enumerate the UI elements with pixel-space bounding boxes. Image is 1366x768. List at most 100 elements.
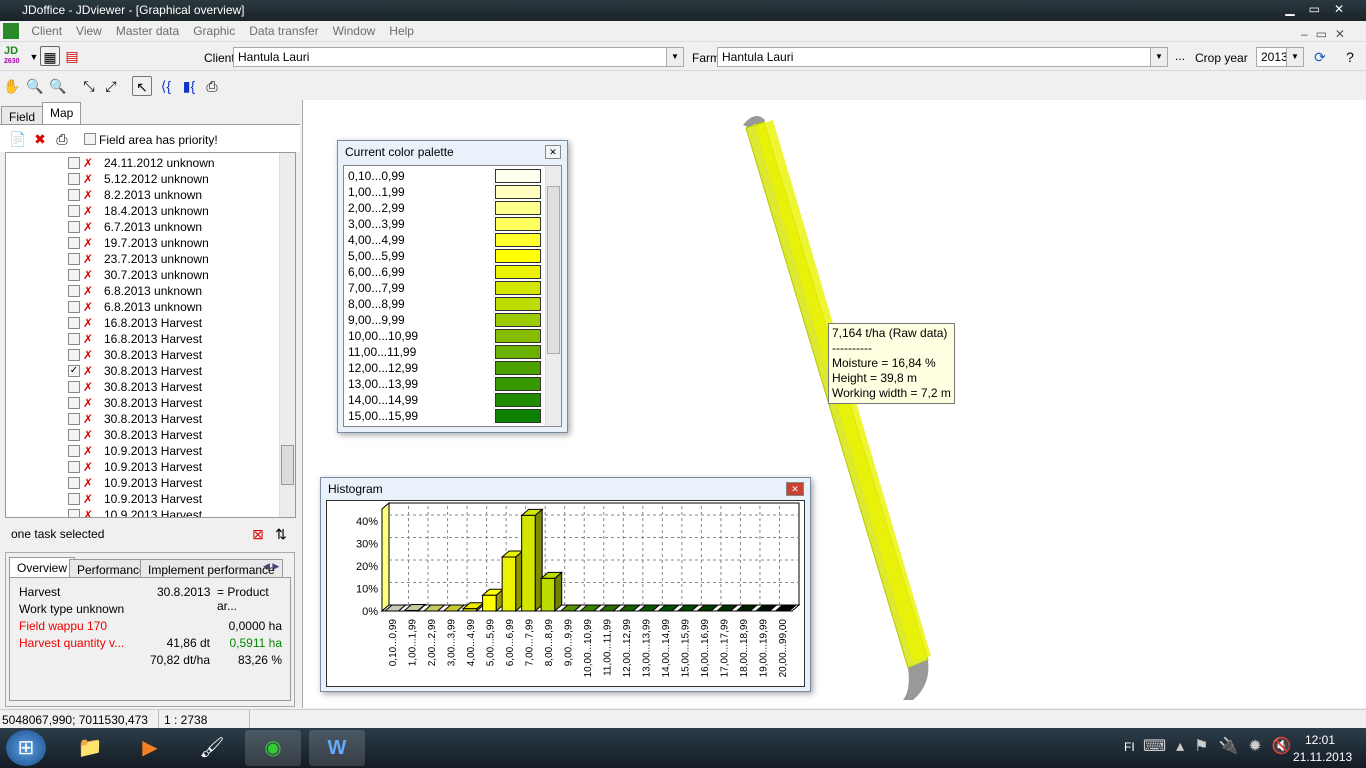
- zoom-extent-out-icon[interactable]: ⤢: [101, 76, 121, 96]
- tree-item[interactable]: ✗ 6.8.2013 unknown: [6, 283, 295, 299]
- tree-item[interactable]: ✗ 16.8.2013 Harvest: [6, 331, 295, 347]
- task-checkbox[interactable]: [68, 189, 80, 201]
- clock-date[interactable]: 21.11.2013: [1293, 750, 1352, 764]
- chevron-down-icon[interactable]: ▼: [1286, 48, 1303, 66]
- select-pointer-icon[interactable]: ↖: [132, 76, 152, 96]
- taskbar-paint[interactable]: 🖌: [184, 730, 240, 766]
- scroll-thumb[interactable]: [281, 445, 294, 485]
- task-checkbox[interactable]: [68, 477, 80, 489]
- delete-selection-icon[interactable]: ⊠: [248, 524, 268, 544]
- menu-help[interactable]: Help: [382, 21, 421, 41]
- task-checkbox[interactable]: [68, 381, 80, 393]
- task-checkbox[interactable]: [68, 461, 80, 473]
- print-icon[interactable]: ⎙: [52, 129, 72, 149]
- task-checkbox[interactable]: [68, 157, 80, 169]
- task-checkbox[interactable]: [68, 253, 80, 265]
- clock-time[interactable]: 12:01: [1305, 733, 1335, 747]
- taskbar-explorer[interactable]: 📁: [62, 730, 118, 766]
- zoom-extent-in-icon[interactable]: ⤡: [79, 76, 99, 96]
- tree-item[interactable]: ✗ 30.8.2013 Harvest: [6, 379, 295, 395]
- menu-window[interactable]: Window: [326, 21, 383, 41]
- language-indicator[interactable]: FI: [1124, 740, 1135, 754]
- task-checkbox[interactable]: [68, 429, 80, 441]
- tree-item[interactable]: ✗ 30.8.2013 Harvest: [6, 347, 295, 363]
- tree-item[interactable]: ✗ 10.9.2013 Harvest: [6, 475, 295, 491]
- task-checkbox[interactable]: [68, 509, 80, 517]
- scroll-thumb[interactable]: [547, 186, 560, 354]
- menu-master-data[interactable]: Master data: [109, 21, 186, 41]
- tab-implement-performance[interactable]: Implement performance: [140, 559, 283, 577]
- tree-item[interactable]: ✗ 23.7.2013 unknown: [6, 251, 295, 267]
- print-icon[interactable]: ⎙: [202, 76, 222, 96]
- report-icon[interactable]: ▤: [62, 46, 82, 66]
- task-checkbox[interactable]: [68, 221, 80, 233]
- close-icon[interactable]: ✕: [545, 145, 561, 159]
- jd-logo[interactable]: JD 2630: [4, 46, 20, 66]
- task-checkbox[interactable]: [68, 349, 80, 361]
- tree-item[interactable]: ✗ 24.11.2012 unknown: [6, 155, 295, 171]
- pan-hand-icon[interactable]: ✋: [2, 76, 22, 96]
- menu-graphic[interactable]: Graphic: [186, 21, 242, 41]
- farm-browse-button[interactable]: ...: [1175, 49, 1185, 63]
- tree-item[interactable]: ✗ 10.9.2013 Harvest: [6, 507, 295, 517]
- tree-scrollbar[interactable]: [279, 153, 295, 517]
- tree-item[interactable]: ✗ 30.8.2013 Harvest: [6, 395, 295, 411]
- tree-item[interactable]: ✗ 30.8.2013 Harvest: [6, 427, 295, 443]
- palette-scrollbar[interactable]: [545, 166, 561, 426]
- task-checkbox[interactable]: [68, 173, 80, 185]
- tab-map[interactable]: Map: [42, 102, 82, 125]
- select-block-icon[interactable]: ▮{: [179, 76, 199, 96]
- tab-overview[interactable]: Overview: [9, 557, 76, 577]
- taskbar-jdoffice[interactable]: ◉: [245, 730, 301, 766]
- mdi-controls[interactable]: –▭✕: [1294, 24, 1360, 44]
- taskbar-media-player[interactable]: ▶: [122, 730, 178, 766]
- tab-field[interactable]: Field: [1, 106, 44, 125]
- delete-document-icon[interactable]: ✖: [30, 129, 50, 149]
- tree-item[interactable]: ✓ ✗ 30.8.2013 Harvest: [6, 363, 295, 379]
- tree-item[interactable]: ✗ 10.9.2013 Harvest: [6, 443, 295, 459]
- tree-item[interactable]: ✗ 8.2.2013 unknown: [6, 187, 295, 203]
- task-checkbox[interactable]: [68, 285, 80, 297]
- task-checkbox[interactable]: ✓: [68, 365, 80, 377]
- client-select[interactable]: Hantula Lauri ▼: [233, 47, 684, 67]
- help-pointer-icon[interactable]: ?: [1340, 47, 1360, 67]
- tree-item[interactable]: ✗ 10.9.2013 Harvest: [6, 491, 295, 507]
- field-priority-checkbox[interactable]: [84, 133, 96, 145]
- calendar-icon[interactable]: ▦: [40, 46, 60, 66]
- start-button[interactable]: ⊞: [6, 730, 46, 766]
- tree-item[interactable]: ✗ 6.7.2013 unknown: [6, 219, 295, 235]
- tree-item[interactable]: ✗ 16.8.2013 Harvest: [6, 315, 295, 331]
- tree-item[interactable]: ✗ 30.8.2013 Harvest: [6, 411, 295, 427]
- menu-client[interactable]: Client: [24, 21, 69, 41]
- crop-year-select[interactable]: 2013 ▼: [1256, 47, 1304, 67]
- close-icon[interactable]: ✕: [786, 482, 804, 496]
- tab-scroll-arrows[interactable]: ◀ ▶: [263, 561, 279, 572]
- refresh-icon[interactable]: ⟳: [1310, 47, 1330, 67]
- task-checkbox[interactable]: [68, 317, 80, 329]
- task-checkbox[interactable]: [68, 413, 80, 425]
- tree-item[interactable]: ✗ 6.8.2013 unknown: [6, 299, 295, 315]
- tree-item[interactable]: ✗ 19.7.2013 unknown: [6, 235, 295, 251]
- task-checkbox[interactable]: [68, 205, 80, 217]
- chevron-down-icon[interactable]: ▼: [1150, 48, 1167, 66]
- sort-icon[interactable]: ⇅: [271, 524, 291, 544]
- select-range-icon[interactable]: ⟨{: [156, 76, 176, 96]
- menu-data-transfer[interactable]: Data transfer: [242, 21, 325, 41]
- tray-icons[interactable]: ⌨▴⚑🔌✹🔇: [1143, 736, 1302, 756]
- task-checkbox[interactable]: [68, 493, 80, 505]
- menu-view[interactable]: View: [69, 21, 109, 41]
- task-checkbox[interactable]: [68, 301, 80, 313]
- task-checkbox[interactable]: [68, 269, 80, 281]
- taskbar-word[interactable]: W: [309, 730, 365, 766]
- task-checkbox[interactable]: [68, 333, 80, 345]
- tree-item[interactable]: ✗ 5.12.2012 unknown: [6, 171, 295, 187]
- tree-item[interactable]: ✗ 10.9.2013 Harvest: [6, 459, 295, 475]
- zoom-in-icon[interactable]: 🔍: [25, 76, 45, 96]
- farm-select[interactable]: Hantula Lauri ▼: [717, 47, 1168, 67]
- window-controls[interactable]: ▁▭✕: [1285, 2, 1358, 16]
- tree-item[interactable]: ✗ 18.4.2013 unknown: [6, 203, 295, 219]
- zoom-out-icon[interactable]: 🔍: [48, 76, 68, 96]
- task-checkbox[interactable]: [68, 445, 80, 457]
- task-checkbox[interactable]: [68, 237, 80, 249]
- chevron-down-icon[interactable]: ▼: [666, 48, 683, 66]
